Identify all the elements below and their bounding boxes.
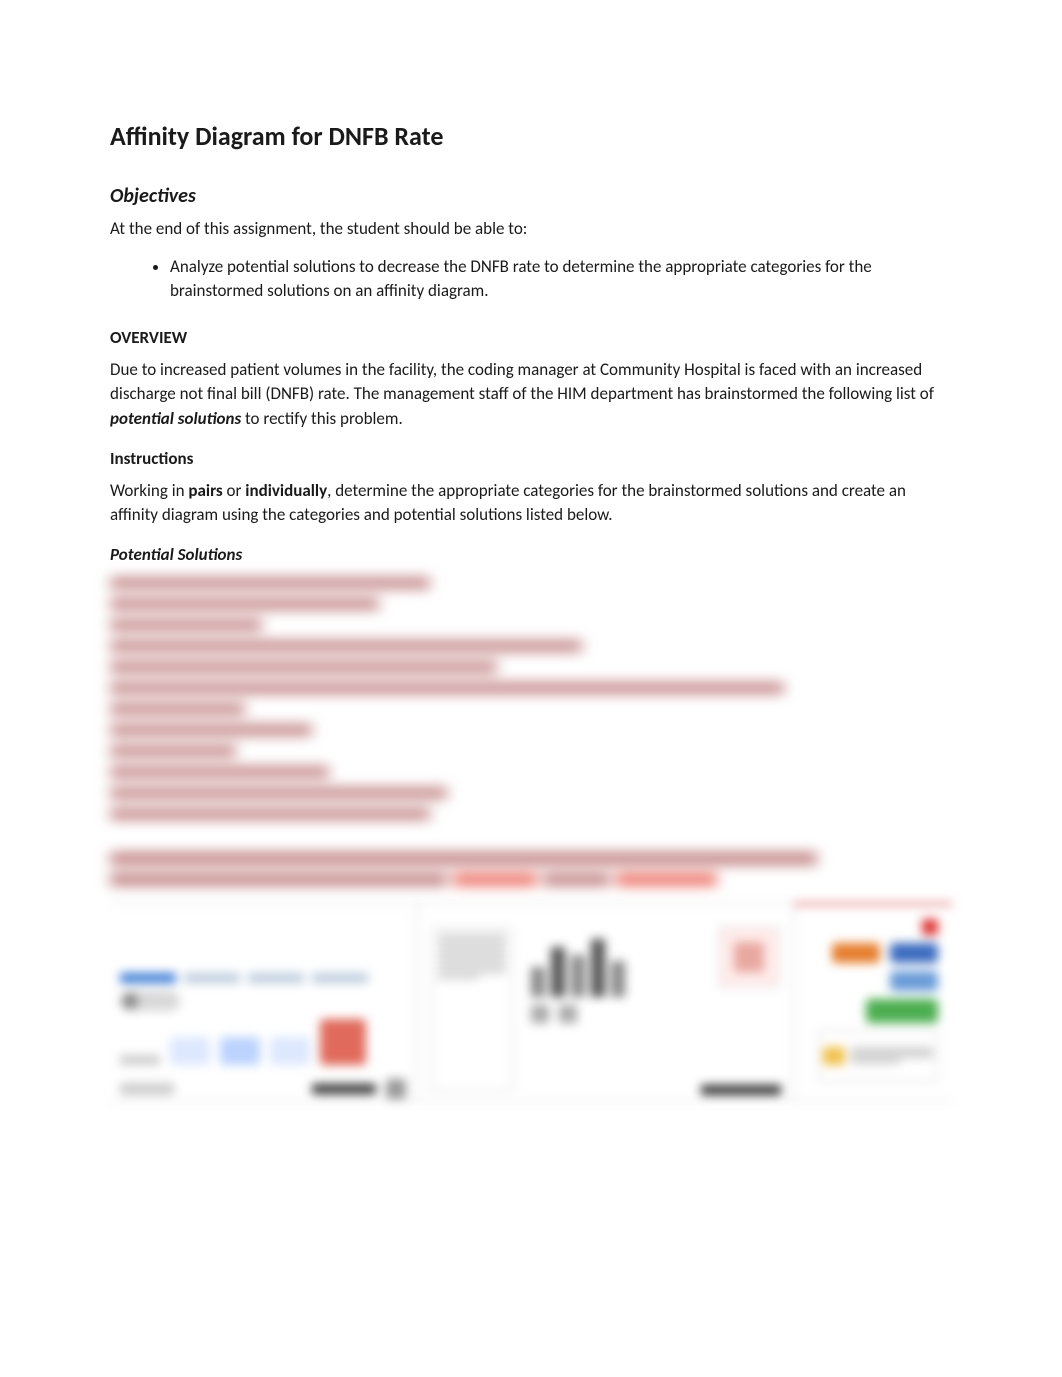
overview-text-post: to rectify this problem. <box>241 408 403 429</box>
overview-text-pre: Due to increased patient volumes in the … <box>110 359 934 405</box>
blurred-line <box>110 726 312 734</box>
grid-icon[interactable] <box>559 1005 577 1023</box>
footer-label <box>312 1084 376 1094</box>
objectives-list: Analyze potential solutions to decrease … <box>170 255 952 303</box>
potential-solutions-heading: Potential Solutions <box>110 544 952 565</box>
blurred-segment <box>110 875 447 884</box>
blurred-line <box>110 600 379 608</box>
bar-chart-icon <box>531 927 701 997</box>
file-explorer-thumb[interactable] <box>818 1031 938 1081</box>
blurred-line <box>110 642 582 650</box>
instructions-heading: Instructions <box>110 448 952 469</box>
blurred-ui-screenshot <box>110 902 952 1102</box>
blurred-segment <box>453 875 537 884</box>
color-swatch[interactable] <box>866 999 938 1023</box>
page-title: Affinity Diagram for DNFB Rate <box>110 120 952 152</box>
tab-item[interactable] <box>312 973 368 983</box>
blurred-solutions-list <box>110 579 952 818</box>
blurred-line <box>110 747 236 755</box>
folder-icon <box>823 1047 845 1065</box>
instructions-bold-2: individually <box>245 480 327 501</box>
toggle-pill[interactable] <box>120 991 180 1011</box>
list-item: Analyze potential solutions to decrease … <box>170 255 952 303</box>
settings-icon[interactable] <box>386 1079 406 1099</box>
objectives-heading: Objectives <box>110 184 952 208</box>
instructions-text-mid: or <box>223 480 246 501</box>
overview-emphasis: potential solutions <box>110 408 241 429</box>
button-row <box>120 1019 406 1065</box>
chart-thumbnail[interactable] <box>531 927 701 1091</box>
ribbon-panel-left <box>110 903 416 1101</box>
instructions-bold-1: pairs <box>188 480 222 501</box>
footer-row <box>120 1079 406 1099</box>
blurred-line <box>110 768 329 776</box>
blurred-line <box>110 684 784 692</box>
preview-tile[interactable] <box>719 927 779 987</box>
color-swatch[interactable] <box>832 943 880 963</box>
blurred-line <box>110 621 262 629</box>
blurred-line <box>110 663 497 671</box>
blurred-line <box>110 705 245 713</box>
canvas-panel <box>416 903 794 1101</box>
instructions-text-pre: Working in <box>110 480 188 501</box>
tab-item[interactable] <box>120 973 176 983</box>
tool-button[interactable] <box>170 1037 210 1065</box>
objectives-intro: At the end of this assignment, the stude… <box>110 218 952 239</box>
tab-item[interactable] <box>248 973 304 983</box>
blurred-segment <box>616 875 717 884</box>
overview-paragraph: Due to increased patient volumes in the … <box>110 358 952 432</box>
label-chip <box>120 1055 160 1065</box>
tool-button[interactable] <box>270 1037 310 1065</box>
footer-chip <box>120 1083 174 1095</box>
blurred-segment <box>543 875 610 884</box>
tab-item[interactable] <box>184 973 240 983</box>
close-icon[interactable] <box>922 919 938 935</box>
blurred-line <box>110 789 447 797</box>
color-swatch[interactable] <box>890 943 938 963</box>
color-swatch[interactable] <box>890 971 938 991</box>
blurred-note-paragraph <box>110 854 952 884</box>
grid-icon[interactable] <box>531 1005 549 1023</box>
highlighted-tool[interactable] <box>320 1019 366 1065</box>
overview-heading: OVERVIEW <box>110 327 952 348</box>
side-panel-right <box>794 903 952 1101</box>
instructions-paragraph: Working in pairs or individually, determ… <box>110 479 952 528</box>
tool-button[interactable] <box>220 1037 260 1065</box>
doc-thumbnail[interactable] <box>431 927 513 1091</box>
blurred-line <box>110 810 430 818</box>
blurred-segment <box>110 854 817 863</box>
tab-row <box>120 973 406 983</box>
blurred-line <box>110 579 430 587</box>
status-text <box>701 1085 781 1095</box>
